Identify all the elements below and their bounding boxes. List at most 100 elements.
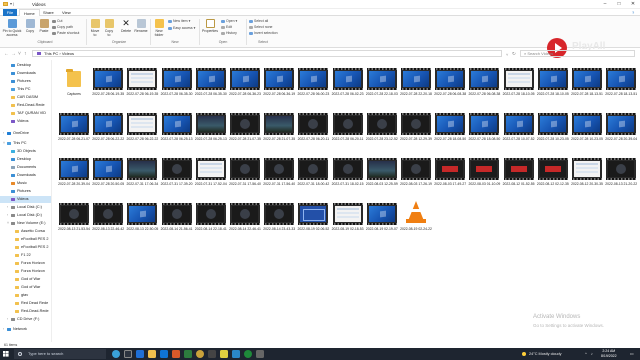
maximize-button[interactable]: □ [612, 0, 626, 9]
video-file-item[interactable]: 2022-08-12 01-52-55 [503, 152, 535, 194]
sidebar-item[interactable]: Red-Dead-Rede [0, 308, 51, 315]
video-file-item[interactable]: 2022-07-28 21-07-35 [229, 107, 261, 149]
video-file-item[interactable]: 2022-07-28 06-22-22 [92, 107, 124, 149]
video-file-item[interactable]: 2022-07-28 06-25-13 [195, 107, 227, 149]
system-clock[interactable]: 2:24 AM 8/19/2022 [601, 349, 617, 358]
edge-icon[interactable] [136, 350, 144, 358]
video-file-item[interactable]: 2022-07-28 06-02-23 [332, 62, 364, 104]
app-icon[interactable] [172, 350, 180, 358]
address-bar[interactable]: This PC › Videos [32, 50, 502, 57]
video-file-item[interactable]: 2022-07-28 06-36-19 [263, 62, 295, 104]
video-file-item[interactable]: 2022-07-28 10-23-05 [571, 107, 603, 149]
app-icon[interactable] [244, 350, 252, 358]
video-file-item[interactable]: 2022-07-31 17-52-04 [195, 152, 227, 194]
easy-access-button[interactable]: Easy access ▾ [168, 26, 195, 30]
video-file-item[interactable]: 2022-07-28 18-13-51 [571, 62, 603, 104]
video-file-item[interactable]: 2022-07-28 20-39-04 [58, 152, 90, 194]
history-button[interactable]: History [221, 31, 237, 35]
sidebar-item[interactable]: Forza Horizon [0, 260, 51, 267]
sidebar-item[interactable]: Pictures [0, 78, 51, 85]
video-file-item[interactable]: 2022-08-03 01-10-09 [468, 152, 500, 194]
sidebar-item[interactable]: Forza Horizon [0, 268, 51, 275]
paste-button[interactable]: Paste [38, 19, 50, 33]
video-file-item[interactable]: 2022-07-28 06-35-30 [195, 62, 227, 104]
video-file-item[interactable]: 2022-07-28 06-20-11 [332, 107, 364, 149]
video-file-item[interactable]: 2022-07-28 21-07-35 [263, 107, 295, 149]
video-file-item[interactable]: 2022-08-19 02-18-53 [332, 197, 364, 239]
delete-button[interactable]: ✕ Delete [119, 19, 133, 34]
tab-view[interactable]: View [58, 9, 75, 16]
sidebar-item[interactable]: Red-Dead-Rede [0, 102, 51, 109]
video-file-item[interactable]: 2022-07-28 22-20-18 [400, 62, 432, 104]
refresh-icon[interactable]: ↻ [512, 51, 516, 57]
sidebar-item[interactable]: God of War [0, 276, 51, 283]
notification-icon[interactable]: ▭ [630, 348, 634, 360]
properties-button[interactable]: Properties [201, 19, 219, 33]
address-dropdown-icon[interactable]: ˅ [506, 52, 508, 57]
copy-to-button[interactable]: Copy to [103, 19, 115, 37]
tab-home[interactable]: Home [19, 9, 40, 16]
invert-selection-button[interactable]: Invert selection [249, 31, 278, 35]
sidebar-item[interactable]: eFootball PES 2 [0, 244, 51, 251]
video-file-item[interactable]: 2022-07-28 06-19-35 [126, 62, 158, 104]
sidebar-item[interactable]: › Local Disk (C:) [0, 204, 51, 211]
video-file-item[interactable]: 2022-07-31 17-06-34 [126, 152, 158, 194]
taskbar-search-box[interactable]: Type here to search [14, 349, 106, 359]
app-icon[interactable] [256, 350, 264, 358]
tray-chevron-icon[interactable]: ^ [585, 348, 587, 360]
video-file-item[interactable]: 2022-07-28 06-08-38 [468, 62, 500, 104]
sidebar-item[interactable]: Desktop [0, 156, 51, 163]
video-file-item[interactable]: 2022-08-03 17-49-27 [434, 152, 466, 194]
video-file-item[interactable]: 2022-07-28 06-21-07 [58, 107, 90, 149]
video-file-item[interactable]: 2022-07-28 06-20-11 [297, 107, 329, 149]
new-item-button[interactable]: New item ▾ [168, 19, 190, 23]
sidebar-item[interactable]: Downloads [0, 172, 51, 179]
sidebar-item[interactable]: F1 22 [0, 252, 51, 259]
video-file-item[interactable]: 2022-07-31 18-02-15 [332, 152, 364, 194]
video-file-item[interactable]: 2022-07-28 18-10-05 [537, 62, 569, 104]
search-input[interactable]: ⌕ Search Videos [520, 50, 635, 57]
sidebar-item[interactable]: Pictures [0, 188, 51, 195]
file-grid[interactable]: Captures 2022-07-28 06-19-35 2022-07-28 06… [56, 60, 640, 342]
rename-button[interactable]: Rename [134, 19, 148, 33]
video-file-item[interactable]: 2022-07-28 18-10-05 [503, 62, 535, 104]
sidebar-item[interactable]: ˅ New Volume (E:) [0, 220, 51, 227]
video-file-item[interactable]: 2022-08-14 22-46-41 [229, 197, 261, 239]
select-none-button[interactable]: Select none [249, 25, 273, 29]
sidebar-item[interactable]: › Local Disk (D:) [0, 212, 51, 219]
up-arrow-icon[interactable]: ↑ [24, 51, 27, 57]
move-to-button[interactable]: Move to [89, 19, 101, 37]
edit-button[interactable]: Edit [221, 25, 232, 29]
app-icon[interactable] [232, 350, 240, 358]
video-file-item[interactable]: 2022-08-19 02-06-52 [297, 197, 329, 239]
quick-access-toolbar[interactable]: ▾ | [10, 1, 14, 6]
video-file-item[interactable]: 2022-08-13 22-50-05 [126, 197, 158, 239]
video-file-item[interactable]: 2022-07-28 06-00-23 [297, 62, 329, 104]
sidebar-item[interactable]: ˅ This PC [0, 140, 51, 147]
sidebar-item[interactable]: Documents [0, 164, 51, 171]
sidebar-item[interactable]: › CD Drive (F:) [0, 316, 51, 323]
video-file-item[interactable]: 2022-08-19 02-19-07 [366, 197, 398, 239]
sidebar-item[interactable]: CAR DASIM [0, 94, 51, 101]
select-all-button[interactable]: Select all [249, 19, 268, 23]
recent-chevron-icon[interactable]: ˅ [18, 51, 21, 57]
copy-button[interactable]: Copy [24, 19, 36, 33]
sidebar-item[interactable]: Music [0, 180, 51, 187]
chrome-icon[interactable] [196, 350, 204, 358]
back-arrow-icon[interactable]: ← [4, 51, 9, 57]
video-file-item[interactable]: 2022-07-28 12-29-39 [400, 107, 432, 149]
close-button[interactable]: ✕ [626, 0, 640, 9]
video-file-item[interactable]: 2022-08-13 21-20-22 [605, 152, 637, 194]
video-file-item[interactable]: 2022-08-19 02-24-22 [400, 197, 432, 239]
windows-start-icon[interactable] [3, 351, 9, 357]
file-explorer-icon[interactable] [148, 350, 156, 358]
video-file-item[interactable]: 2022-08-14 21-56-41 [161, 197, 193, 239]
video-file-item[interactable]: 2022-07-28 06-25-13 [161, 107, 193, 149]
video-file-item[interactable]: 2022-07-28 06-08-38 [434, 62, 466, 104]
sidebar-item[interactable]: Downloads [0, 70, 51, 77]
video-file-item[interactable]: 2022-08-13 21-53-54 [58, 197, 90, 239]
sidebar-item[interactable]: › OneDrive [0, 130, 51, 137]
video-file-item[interactable]: 2022-07-28 06-36-23 [229, 62, 261, 104]
video-file-item[interactable]: 2022-08-14 23-43-33 [263, 197, 295, 239]
sidebar-item[interactable]: eFootball PES 2 [0, 236, 51, 243]
